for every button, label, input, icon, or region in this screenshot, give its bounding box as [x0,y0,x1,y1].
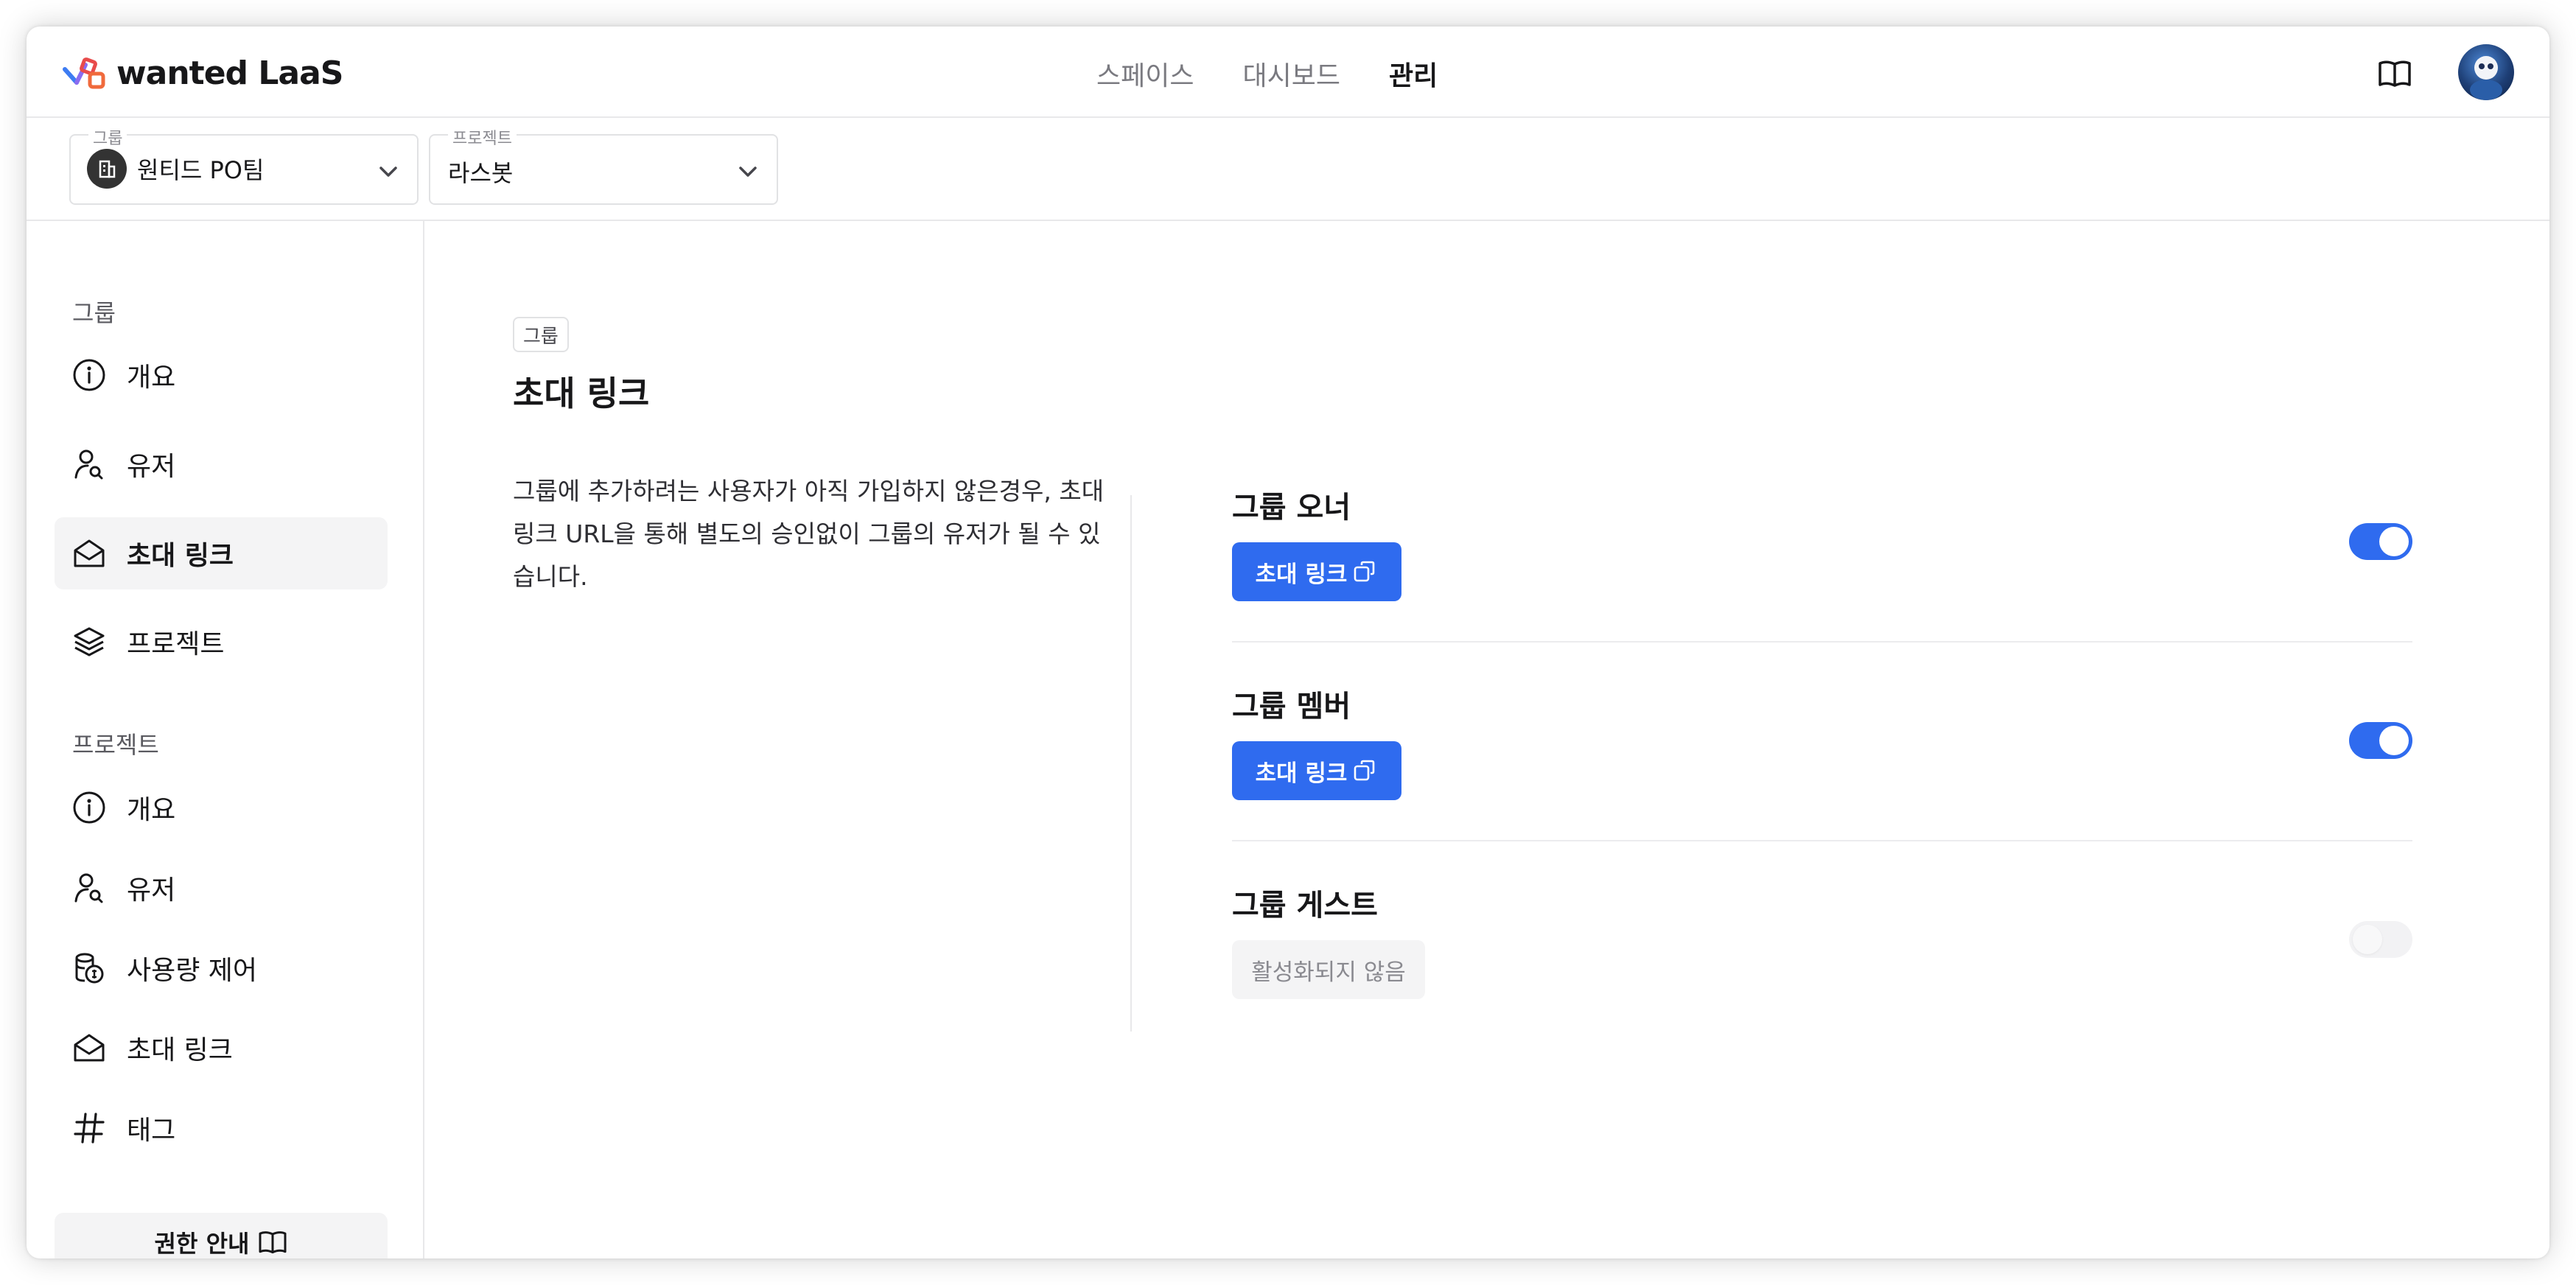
vertical-divider [1130,495,1132,1032]
sidebar-item-project-users[interactable]: 유저 [55,852,388,924]
project-select[interactable]: 프로젝트 라스봇 [429,125,778,205]
top-nav: 스페이스 대시보드 관리 [1096,55,1438,93]
role-divider [1232,641,2412,642]
info-icon [71,357,108,393]
copy-icon [1354,760,1375,781]
user-search-icon [71,446,108,483]
invite-link-label: 활성화되지 않음 [1251,959,1406,986]
sidebar-item-label: 사용량 제어 [127,956,258,986]
nav-admin[interactable]: 관리 [1389,55,1438,93]
book-icon [259,1231,287,1254]
invite-link-copy-button[interactable]: 초대 링크 [1232,741,1401,800]
selector-bar: 그룹 원티드 PO팀 프로젝트 라스봇 [27,118,2549,221]
chevron-down-icon [739,167,757,177]
chevron-down-icon [379,167,397,177]
user-search-icon [71,869,108,906]
guide-book-button[interactable] [2374,53,2415,94]
sidebar-item-group-users[interactable]: 유저 [55,428,388,500]
sidebar-item-project-invite-link[interactable]: 초대 링크 [55,1012,388,1084]
sidebar-item-group-projects[interactable]: 프로젝트 [55,606,388,678]
sidebar-item-label: 개요 [127,795,176,825]
sidebar-item-label: 개요 [127,363,176,393]
laas-logo-icon [63,57,105,89]
sidebar-item-label: 초대 링크 [127,541,234,571]
sidebar-item-label: 태그 [127,1116,176,1146]
invite-link-label: 초대 링크 [1255,561,1348,588]
role-member: 그룹 멤버 초대 링크 [1232,682,2412,800]
group-select[interactable]: 그룹 원티드 PO팀 [69,125,419,205]
envelope-open-icon [71,1029,108,1066]
nav-dashboard[interactable]: 대시보드 [1242,55,1340,93]
coins-icon [71,950,108,987]
permission-guide-button[interactable]: 권한 안내 [55,1213,388,1258]
sidebar-item-label: 유저 [127,452,176,482]
sidebar: 그룹 개요 유저 초대 링크 프로젝트 프로젝트 개요 유저 사용량 제어 초대… [27,221,424,1258]
role-title: 그룹 게스트 [1232,889,1378,922]
hash-icon [71,1110,108,1146]
logo[interactable]: wanted LaaS [60,53,343,93]
role-divider [1232,840,2412,841]
sidebar-section-group: 그룹 [72,299,116,327]
sidebar-item-project-overview[interactable]: 개요 [55,771,388,844]
top-header: wanted LaaS 스페이스 대시보드 관리 [27,27,2549,118]
toggle-knob [2379,726,2409,755]
sidebar-item-project-tags[interactable]: 태그 [55,1092,388,1164]
nav-space[interactable]: 스페이스 [1096,55,1194,93]
sidebar-item-group-invite-link[interactable]: 초대 링크 [55,517,388,589]
copy-icon [1354,561,1375,582]
invite-link-copy-button[interactable]: 초대 링크 [1232,542,1401,601]
envelope-open-icon [71,535,108,572]
toggle-knob [2353,925,2382,954]
sidebar-section-project: 프로젝트 [72,731,159,759]
owner-link-toggle[interactable] [2349,523,2412,560]
sidebar-item-label: 유저 [127,875,176,906]
sidebar-item-label: 초대 링크 [127,1035,233,1065]
invite-link-disabled-button: 활성화되지 않음 [1232,940,1425,999]
sidebar-item-label: 프로젝트 [127,629,225,659]
logo-text: wanted LaaS [116,54,343,92]
page-title: 초대 링크 [513,374,650,413]
guest-link-toggle[interactable] [2349,921,2412,958]
project-select-legend: 프로젝트 [448,125,517,149]
app-window: wanted LaaS 스페이스 대시보드 관리 그룹 원티드 PO팀 프로젝트… [27,27,2549,1258]
role-guest: 그룹 게스트 활성화되지 않음 [1232,881,2412,999]
permission-guide-label: 권한 안내 [154,1230,250,1258]
sidebar-item-group-overview[interactable]: 개요 [55,339,388,411]
book-icon [2379,60,2411,87]
role-title: 그룹 멤버 [1232,690,1351,724]
page-description: 그룹에 추가하려는 사용자가 아직 가입하지 않은경우, 초대 링크 URL을 … [513,477,1105,591]
avatar[interactable] [2458,44,2514,100]
member-link-toggle[interactable] [2349,722,2412,759]
role-owner: 그룹 오너 초대 링크 [1232,483,2412,601]
project-select-value: 라스봇 [448,155,513,189]
group-select-legend: 그룹 [88,125,127,149]
avatar-image-icon [2470,56,2502,100]
layers-icon [71,623,108,660]
group-select-value: 원티드 PO팀 [87,149,264,189]
project-select-text: 라스봇 [448,159,514,187]
info-icon [71,789,108,826]
toggle-knob [2379,527,2409,556]
group-select-text: 원티드 PO팀 [137,156,265,184]
role-title: 그룹 오너 [1232,491,1351,525]
sidebar-item-project-usage-control[interactable]: 사용량 제어 [55,932,388,1004]
section-tag: 그룹 [513,317,569,352]
building-icon [87,149,127,189]
invite-link-label: 초대 링크 [1255,760,1348,787]
